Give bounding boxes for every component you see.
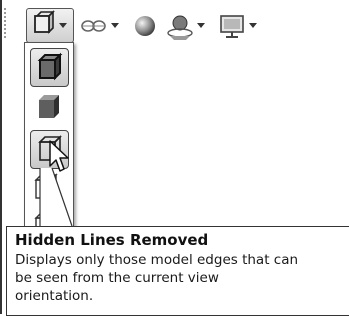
screenshot-frame: Hidden Lines Removed Displays only those… <box>0 0 349 316</box>
tooltip-description: Displays only those model edges that can… <box>15 251 349 305</box>
tooltip-line-3: orientation. <box>15 288 94 304</box>
tooltip-line-2: be seen from the current view <box>15 270 219 286</box>
tooltip-line-1: Displays only those model edges that can <box>15 252 299 268</box>
tooltip: Hidden Lines Removed Displays only those… <box>6 226 349 316</box>
tooltip-title: Hidden Lines Removed <box>15 231 209 249</box>
mouse-cursor-icon <box>49 140 69 172</box>
